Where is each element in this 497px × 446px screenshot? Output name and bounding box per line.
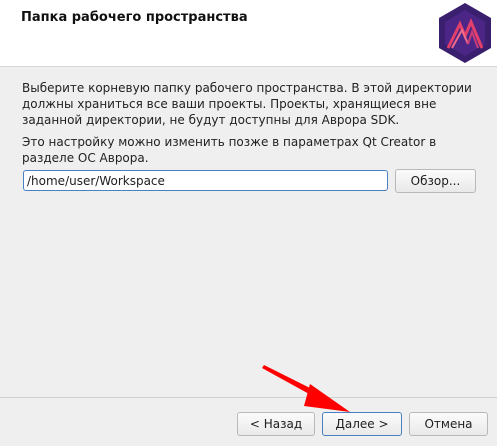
browse-button[interactable]: Обзор...: [395, 169, 476, 193]
page-title: Папка рабочего пространства: [21, 10, 248, 25]
note-text: Это настройку можно изменить позже в пар…: [22, 135, 437, 165]
aurora-logo-icon: [439, 3, 491, 63]
red-arrow-annotation: [262, 365, 350, 412]
cancel-button[interactable]: Отмена: [409, 412, 488, 436]
description-text: Выберите корневую папку рабочего простра…: [22, 81, 472, 127]
next-button[interactable]: Далее >: [322, 412, 402, 436]
workspace-path-input[interactable]: [23, 170, 388, 191]
back-button[interactable]: < Назад: [237, 412, 315, 436]
footer-divider: [0, 397, 497, 398]
wizard-header: Папка рабочего пространства: [0, 0, 497, 67]
